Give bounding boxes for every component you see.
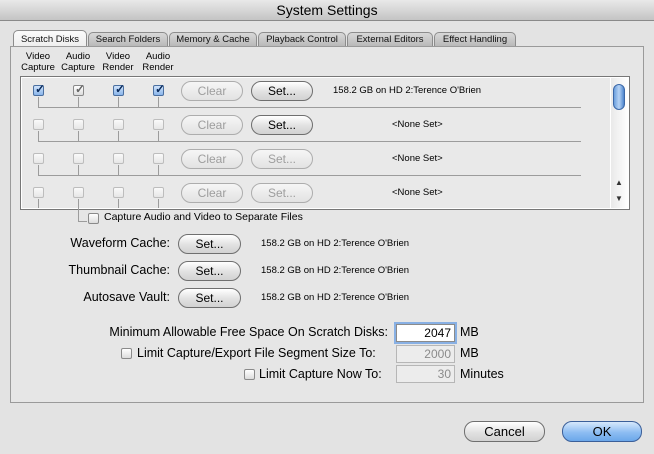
connector-line: [118, 199, 119, 208]
video-render-checkbox[interactable]: [113, 153, 124, 164]
scratch-path: <None Set>: [392, 119, 443, 130]
clear-button[interactable]: Clear: [181, 149, 243, 169]
capture-now-unit: Minutes: [460, 367, 504, 381]
segment-size-label: Limit Capture/Export File Segment Size T…: [137, 346, 376, 360]
connector-line: [78, 165, 79, 175]
capture-now-input[interactable]: 30: [396, 365, 455, 383]
cancel-button[interactable]: Cancel: [464, 421, 545, 442]
autosave-vault-label: Autosave Vault:: [83, 290, 170, 304]
min-free-space-unit: MB: [460, 325, 479, 339]
tab-external-editors[interactable]: External Editors: [347, 32, 433, 46]
connector-line: [118, 97, 119, 107]
audio-render-checkbox[interactable]: [153, 119, 164, 130]
connector-line: [118, 165, 119, 175]
video-render-checkbox[interactable]: ✓: [113, 82, 125, 96]
audio-capture-checkbox[interactable]: ✓: [73, 82, 85, 96]
column-header-video-render: Video Render: [102, 51, 134, 73]
separate-files-label: Capture Audio and Video to Separate File…: [104, 211, 303, 223]
connector-line: [38, 199, 39, 208]
video-capture-checkbox[interactable]: [33, 187, 44, 198]
waveform-cache-label: Waveform Cache:: [70, 236, 170, 250]
connector-line: [158, 165, 159, 175]
scratch-path: <None Set>: [392, 153, 443, 164]
video-render-checkbox[interactable]: [113, 119, 124, 130]
scrollbar-thumb[interactable]: [613, 84, 625, 110]
audio-capture-checkbox[interactable]: [73, 153, 84, 164]
set-button[interactable]: Set...: [251, 183, 313, 203]
clear-button[interactable]: Clear: [181, 81, 243, 101]
connector-line: [78, 131, 79, 141]
autosave-set-button[interactable]: Set...: [178, 288, 241, 308]
video-capture-checkbox[interactable]: [33, 119, 44, 130]
connector-line: [158, 97, 159, 107]
thumbnail-set-button[interactable]: Set...: [178, 261, 241, 281]
segment-size-input[interactable]: 2000: [396, 345, 455, 363]
capture-now-checkbox[interactable]: [244, 369, 255, 380]
connector-line: [38, 175, 581, 176]
segment-size-unit: MB: [460, 346, 479, 360]
clear-button[interactable]: Clear: [181, 183, 243, 203]
connector-line: [78, 221, 87, 222]
connector-line: [38, 97, 39, 107]
tab-memory-cache[interactable]: Memory & Cache: [169, 32, 257, 46]
connector-line: [118, 131, 119, 141]
segment-size-checkbox[interactable]: [121, 348, 132, 359]
connector-line: [158, 131, 159, 141]
autosave-path: 158.2 GB on HD 2:Terence O'Brien: [261, 292, 410, 303]
scroll-up-arrow-icon[interactable]: ▲: [615, 178, 623, 187]
connector-line: [78, 97, 79, 107]
connector-line: [38, 107, 581, 108]
set-button[interactable]: Set...: [251, 115, 313, 135]
audio-capture-checkbox[interactable]: [73, 187, 84, 198]
thumbnail-path: 158.2 GB on HD 2:Terence O'Brien: [261, 265, 410, 276]
ok-button[interactable]: OK: [562, 421, 642, 442]
connector-line: [38, 131, 39, 141]
scratch-path: <None Set>: [392, 187, 443, 198]
connector-line: [38, 141, 581, 142]
scroll-down-arrow-icon[interactable]: ▼: [615, 194, 623, 203]
waveform-set-button[interactable]: Set...: [178, 234, 241, 254]
separate-files-checkbox[interactable]: [88, 213, 99, 224]
connector-line: [38, 165, 39, 175]
audio-render-checkbox[interactable]: [153, 187, 164, 198]
column-header-audio-capture: Audio Capture: [61, 51, 95, 73]
window-title: System Settings: [0, 0, 654, 21]
connector-line: [78, 199, 79, 222]
audio-capture-checkbox[interactable]: [73, 119, 84, 130]
video-capture-checkbox[interactable]: [33, 153, 44, 164]
thumbnail-cache-label: Thumbnail Cache:: [68, 263, 170, 277]
waveform-path: 158.2 GB on HD 2:Terence O'Brien: [261, 238, 410, 249]
set-button[interactable]: Set...: [251, 149, 313, 169]
video-render-checkbox[interactable]: [113, 187, 124, 198]
tab-playback-control[interactable]: Playback Control: [258, 32, 346, 46]
scratch-path: 158.2 GB on HD 2:Terence O'Brien: [333, 85, 482, 96]
tab-search-folders[interactable]: Search Folders: [88, 32, 168, 46]
audio-render-checkbox[interactable]: [153, 153, 164, 164]
min-free-space-label: Minimum Allowable Free Space On Scratch …: [109, 325, 388, 339]
set-button[interactable]: Set...: [251, 81, 313, 101]
column-header-audio-render: Audio Render: [142, 51, 174, 73]
audio-render-checkbox[interactable]: ✓: [153, 82, 165, 96]
clear-button[interactable]: Clear: [181, 115, 243, 135]
tab-scratch-disks[interactable]: Scratch Disks: [13, 30, 87, 47]
video-capture-checkbox[interactable]: ✓: [33, 82, 45, 96]
tab-effect-handling[interactable]: Effect Handling: [434, 32, 516, 46]
capture-now-label: Limit Capture Now To:: [259, 367, 382, 381]
column-header-video-capture: Video Capture: [21, 51, 55, 73]
min-free-space-input[interactable]: 2047: [396, 324, 455, 342]
connector-line: [158, 199, 159, 208]
